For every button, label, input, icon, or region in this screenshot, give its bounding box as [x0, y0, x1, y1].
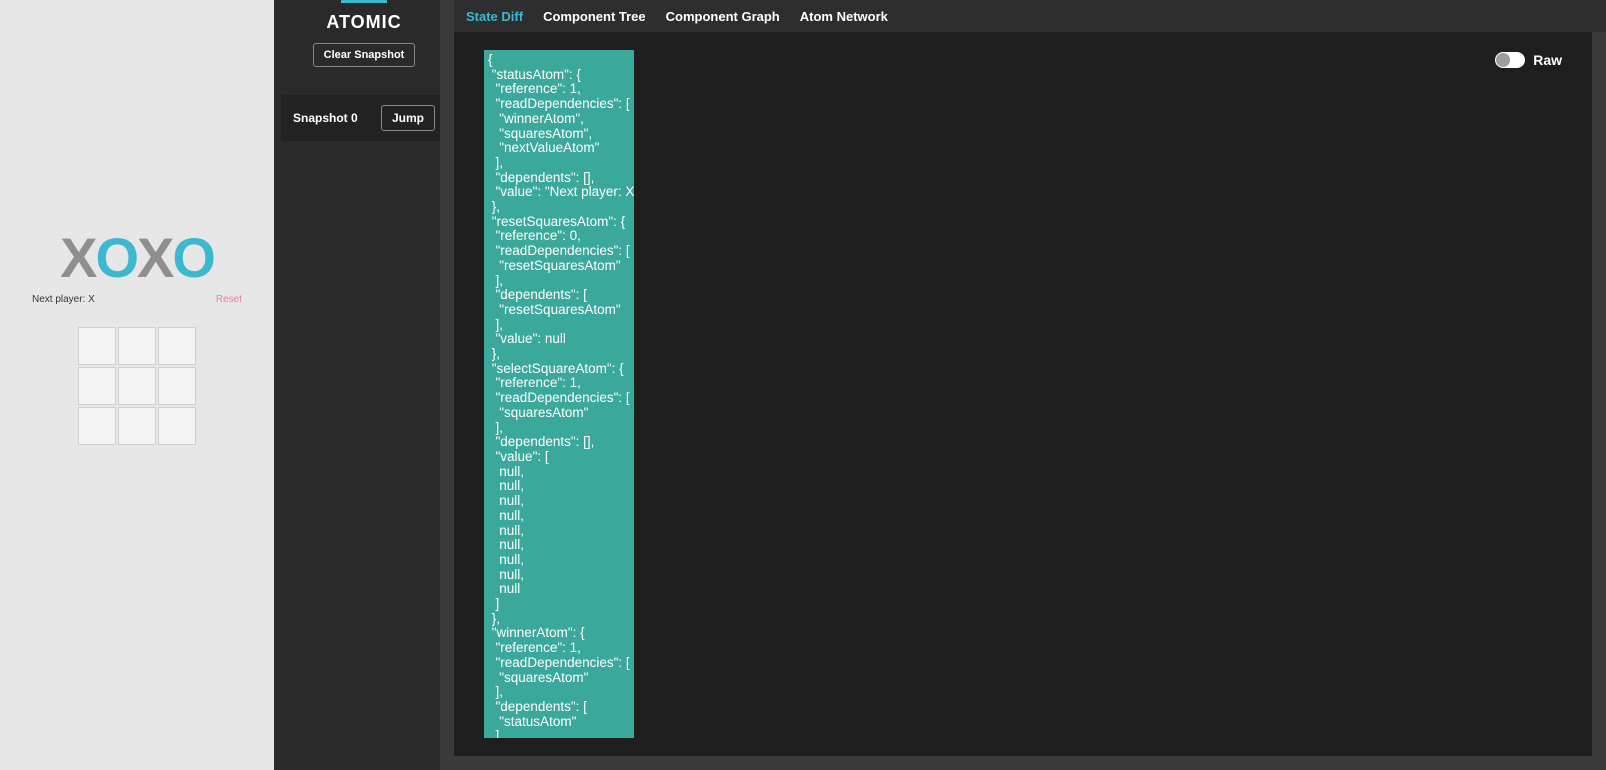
board-cell[interactable] [78, 367, 116, 405]
app-panel: X O X O Next player: X Reset [0, 0, 274, 770]
tab-state-diff[interactable]: State Diff [466, 9, 523, 24]
tab-atom-network[interactable]: Atom Network [800, 9, 888, 24]
devtools-main: State Diff Component Tree Component Grap… [454, 0, 1606, 770]
tab-component-graph[interactable]: Component Graph [666, 9, 780, 24]
board-cell[interactable] [118, 327, 156, 365]
devtools-title: ATOMIC [326, 12, 401, 33]
tab-bar: State Diff Component Tree Component Grap… [454, 0, 1606, 32]
status-row: Next player: X Reset [32, 294, 242, 305]
raw-toggle-group: Raw [1495, 52, 1562, 68]
logo-letter: X [137, 230, 172, 286]
raw-toggle-switch[interactable] [1495, 52, 1525, 68]
app-logo: X O X O [60, 230, 214, 286]
board-cell[interactable] [78, 327, 116, 365]
snapshot-sidebar: ATOMIC Clear Snapshot Snapshot 0 Jump [274, 0, 454, 770]
board-cell[interactable] [118, 367, 156, 405]
board-cell[interactable] [158, 367, 196, 405]
board-cell[interactable] [118, 407, 156, 445]
logo-letter: X [60, 230, 95, 286]
raw-toggle-label: Raw [1533, 52, 1562, 68]
logo-letter: O [172, 230, 214, 286]
board-cell[interactable] [158, 327, 196, 365]
board-cell[interactable] [158, 407, 196, 445]
logo-letter: O [95, 230, 137, 286]
board-cell[interactable] [78, 407, 116, 445]
jump-button[interactable]: Jump [381, 105, 435, 131]
snapshot-label: Snapshot 0 [293, 111, 358, 125]
clear-snapshot-button[interactable]: Clear Snapshot [313, 43, 416, 67]
tab-component-tree[interactable]: Component Tree [543, 9, 646, 24]
tab-content: Raw { "statusAtom": { "reference": 1, "r… [454, 32, 1606, 770]
game-board [78, 327, 196, 445]
state-json-panel: { "statusAtom": { "reference": 1, "readD… [484, 50, 634, 738]
game-status: Next player: X [32, 294, 95, 305]
snapshot-row: Snapshot 0 Jump [281, 95, 447, 141]
reset-button[interactable]: Reset [216, 294, 242, 305]
